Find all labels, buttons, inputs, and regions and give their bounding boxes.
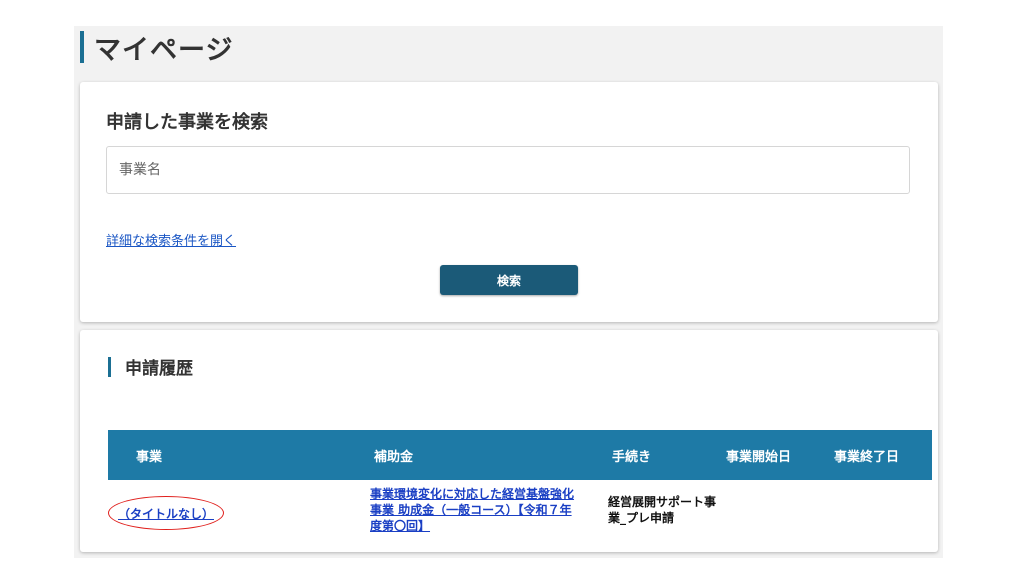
search-heading: 申請した事業を検索 xyxy=(106,112,268,133)
title-accent-bar xyxy=(80,31,84,63)
procedure-text: 経営展開サポート事業_プレ申請 xyxy=(608,495,717,525)
project-name-search-input[interactable] xyxy=(106,146,910,194)
column-header-subsidy: 補助金 xyxy=(374,450,414,465)
column-header-procedure: 手続き xyxy=(612,450,652,465)
history-heading-text: 申請履歴 xyxy=(125,359,193,379)
page-frame: マイページ 申請した事業を検索 詳細な検索条件を開く 検索 申請履歴 事業 補助… xyxy=(74,26,943,558)
advanced-search-link[interactable]: 詳細な検索条件を開く xyxy=(106,230,236,249)
subsidy-link[interactable]: 事業環境変化に対応した経営基盤強化事業 助成金（一般コース）【令和７年度第〇回】 xyxy=(370,486,582,534)
page-title-text: マイページ xyxy=(94,34,234,66)
project-title-link[interactable]: （タイトルなし） xyxy=(118,505,214,522)
search-card: 申請した事業を検索 詳細な検索条件を開く 検索 xyxy=(80,82,938,322)
column-header-project: 事業 xyxy=(136,450,163,465)
history-heading: 申請履歴 xyxy=(108,354,193,379)
column-header-start-date: 事業開始日 xyxy=(726,450,792,465)
highlight-ellipse: （タイトルなし） xyxy=(108,496,224,530)
column-header-end-date: 事業終了日 xyxy=(834,450,900,465)
application-history-card: 申請履歴 事業 補助金 手続き 事業開始日 事業終了日 （タイトルなし） 事業環… xyxy=(80,330,938,552)
page-title: マイページ xyxy=(80,30,234,66)
search-button[interactable]: 検索 xyxy=(440,265,578,295)
history-accent-bar xyxy=(108,356,111,377)
table-row: （タイトルなし） 事業環境変化に対応した経営基盤強化事業 助成金（一般コース）【… xyxy=(108,480,932,540)
history-table-header: 事業 補助金 手続き 事業開始日 事業終了日 xyxy=(108,430,932,480)
